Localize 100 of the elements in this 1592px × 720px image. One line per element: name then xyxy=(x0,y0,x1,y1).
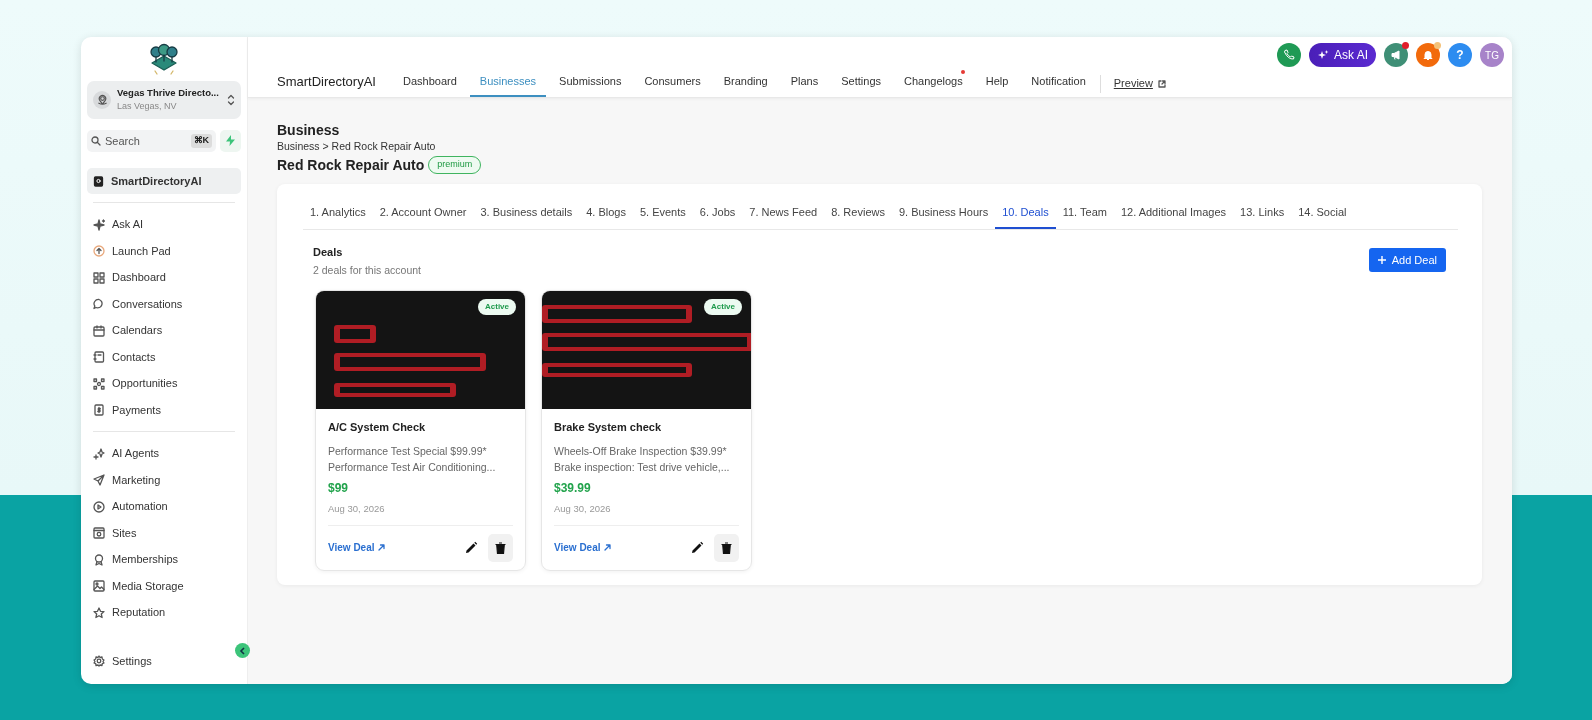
lightning-icon xyxy=(226,135,235,147)
settings-icon xyxy=(93,654,105,667)
deal-date: Aug 30, 2026 xyxy=(554,502,612,517)
tab[interactable]: 11. Team xyxy=(1055,197,1114,230)
sidebar-item[interactable]: Sites xyxy=(87,519,241,547)
nodes-icon xyxy=(93,377,105,390)
sidebar-item[interactable]: Dashboard xyxy=(87,264,241,291)
logo-icon xyxy=(147,43,181,75)
chevron-updown-icon xyxy=(227,93,235,106)
grid-icon xyxy=(93,271,105,284)
tab[interactable]: 3. Business details xyxy=(473,197,580,230)
account-switcher[interactable]: Vegas Thrive Directo... Las Vegas, NV xyxy=(87,81,241,119)
arrow-icon xyxy=(377,544,385,552)
sidebar-item[interactable]: Ask AI xyxy=(87,211,241,238)
sidebar-item[interactable]: Settings xyxy=(87,647,241,674)
breadcrumb-text: Business > Red Rock Repair Auto xyxy=(277,138,437,154)
delete-button[interactable] xyxy=(714,533,739,562)
play-icon xyxy=(93,500,105,513)
edit-button[interactable] xyxy=(690,540,704,555)
delete-button[interactable] xyxy=(488,533,513,562)
tab[interactable]: 12. Additional Images xyxy=(1113,197,1234,230)
tab[interactable]: 10. Deals xyxy=(995,197,1056,230)
sidebar-item[interactable]: Media Storage xyxy=(87,572,241,600)
tab[interactable]: 13. Links xyxy=(1233,197,1292,230)
sidebar-item[interactable]: Memberships xyxy=(87,546,241,573)
announcements-button[interactable] xyxy=(1384,43,1408,67)
location-icon xyxy=(96,94,108,106)
nav-link[interactable]: Notification xyxy=(1031,72,1086,97)
pencil-icon xyxy=(690,540,704,555)
sidebar-item[interactable]: SmartDirectoryAI xyxy=(87,167,241,195)
sidebar-item[interactable]: Opportunities xyxy=(87,370,241,397)
add-deal-button[interactable]: Add Deal xyxy=(1368,248,1446,273)
nav-link[interactable]: Help xyxy=(985,72,1009,97)
nav-link[interactable]: Branding xyxy=(723,72,768,97)
deal-description: Performance Test Special $99.99* Performance Test Air Conditioning... xyxy=(328,443,497,475)
sidebar-item[interactable]: Reputation xyxy=(87,599,241,626)
phone-button[interactable] xyxy=(1277,43,1301,67)
deal-date: Aug 30, 2026 xyxy=(328,502,386,517)
deal-title: Brake System check xyxy=(554,420,662,436)
nav-link[interactable]: Dashboard xyxy=(402,72,457,97)
notifications-button[interactable] xyxy=(1416,43,1440,67)
deal-price: $99 xyxy=(328,480,350,498)
tab[interactable]: 7. News Feed xyxy=(742,197,825,230)
nav-link[interactable]: Changelogs xyxy=(904,72,963,97)
arrow-icon xyxy=(603,544,611,552)
window-icon xyxy=(93,527,105,539)
plus-icon xyxy=(1377,256,1386,265)
sparkle-icon xyxy=(93,218,105,231)
account-location: Las Vegas, NV xyxy=(117,100,178,114)
deal-description: Wheels-Off Brake Inspection $39.99* Brake inspection: Test drive vehicle,... xyxy=(554,443,731,475)
ask-ai-button[interactable]: Ask AI xyxy=(1309,43,1376,67)
sidebar-item[interactable]: Launch Pad xyxy=(87,237,241,265)
tab[interactable]: 5. Events xyxy=(632,197,693,230)
contacts-icon xyxy=(93,351,105,363)
sidebar-item[interactable]: Automation xyxy=(87,493,241,520)
pencil-icon xyxy=(464,540,478,555)
brand-name: SmartDirectoryAI xyxy=(277,72,376,91)
deal-price: $39.99 xyxy=(554,480,592,498)
deal-title: A/C System Check xyxy=(328,420,427,436)
preview-link[interactable]: Preview xyxy=(1113,74,1153,97)
calendar-icon xyxy=(93,324,105,337)
star-icon xyxy=(93,606,105,619)
nav-link[interactable]: Settings xyxy=(841,72,881,97)
nav-link[interactable]: Businesses xyxy=(469,72,547,97)
nav-link[interactable]: Plans xyxy=(790,72,819,97)
plan-tag: premium xyxy=(428,156,482,174)
sidebar-item[interactable]: Conversations xyxy=(87,290,241,318)
bell-icon xyxy=(1422,49,1434,61)
page-title: Business xyxy=(277,122,341,139)
sidebar-item[interactable]: Contacts xyxy=(87,343,241,371)
trash-icon xyxy=(495,541,506,554)
view-deal-link[interactable]: View Deal xyxy=(554,540,611,556)
sidebar-item[interactable]: Calendars xyxy=(87,317,241,344)
edit-button[interactable] xyxy=(464,540,478,555)
tab[interactable]: 9. Business Hours xyxy=(891,197,996,230)
view-deal-link[interactable]: View Deal xyxy=(328,540,385,556)
tab[interactable]: 1. Analytics xyxy=(303,197,373,230)
search-field[interactable]: Search ⌘K xyxy=(87,129,216,152)
external-link-icon xyxy=(1157,80,1166,88)
shortcut-key: ⌘K xyxy=(190,134,212,148)
business-name: Red Rock Repair Auto xyxy=(277,155,425,175)
tab[interactable]: 14. Social xyxy=(1291,197,1354,230)
sidebar-item[interactable]: AI Agents xyxy=(87,440,241,467)
send-icon xyxy=(93,474,105,486)
sparkle-icon xyxy=(93,447,105,460)
sidebar-item[interactable]: Payments xyxy=(87,396,241,424)
tab[interactable]: 2. Account Owner xyxy=(372,197,474,230)
tab[interactable]: 6. Jobs xyxy=(692,197,743,230)
tab[interactable]: 8. Reviews xyxy=(824,197,892,230)
sidebar-item[interactable]: Marketing xyxy=(87,466,241,494)
search-icon xyxy=(91,135,101,146)
upload-icon xyxy=(93,245,105,257)
phone-icon xyxy=(1283,49,1295,61)
chat-icon xyxy=(93,298,105,310)
nav-link[interactable]: Consumers xyxy=(644,72,701,97)
trash-icon xyxy=(721,541,732,554)
ribbon-icon xyxy=(93,553,105,566)
tab[interactable]: 4. Blogs xyxy=(579,197,633,230)
nav-link[interactable]: Submissions xyxy=(559,72,622,97)
section-subtitle: 2 deals for this account xyxy=(313,262,421,278)
